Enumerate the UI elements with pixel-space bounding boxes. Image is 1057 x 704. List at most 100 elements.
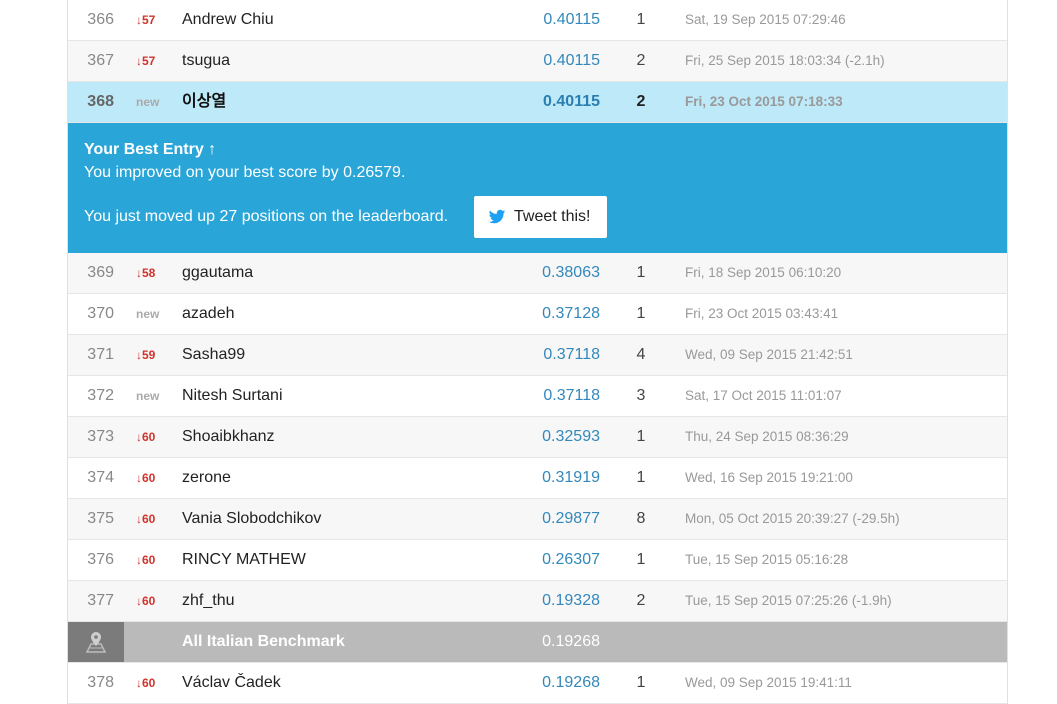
- benchmark-name: All Italian Benchmark: [182, 633, 345, 650]
- rank-change: ↓57: [136, 54, 156, 68]
- score: 0.37128: [542, 305, 600, 322]
- rank-change: ↓60: [136, 553, 156, 567]
- leaderboard-row[interactable]: 376 ↓60 RINCY MATHEW 0.26307 1 Tue, 15 S…: [68, 540, 1007, 581]
- score: 0.38063: [542, 264, 600, 281]
- team-name[interactable]: zerone: [182, 458, 231, 498]
- rank-change: ↓59: [136, 348, 156, 362]
- team-name[interactable]: Nitesh Surtani: [182, 376, 283, 416]
- team-name[interactable]: zhf_thu: [182, 581, 234, 621]
- team-name[interactable]: azadeh: [182, 294, 235, 334]
- leaderboard-row[interactable]: 366 ↓57 Andrew Chiu 0.40115 1 Sat, 19 Se…: [68, 0, 1007, 41]
- leaderboard-row[interactable]: 372 new Nitesh Surtani 0.37118 3 Sat, 17…: [68, 376, 1007, 417]
- leaderboard-row[interactable]: 370 new azadeh 0.37128 1 Fri, 23 Oct 201…: [68, 294, 1007, 335]
- improvement-message: You improved on your best score by 0.265…: [84, 164, 406, 181]
- last-submission: Tue, 15 Sep 2015 05:16:28: [685, 552, 849, 567]
- last-submission: Tue, 15 Sep 2015 07:25:26 (-1.9h): [685, 593, 892, 608]
- my-entry-row[interactable]: 368 new 이상열 0.40115 2 Fri, 23 Oct 2015 0…: [68, 82, 1007, 123]
- last-submission: Fri, 18 Sep 2015 06:10:20: [685, 265, 842, 280]
- leaderboard-row[interactable]: 371 ↓59 Sasha99 0.37118 4 Wed, 09 Sep 20…: [68, 335, 1007, 376]
- rank: 376: [87, 551, 114, 568]
- entries: 1: [636, 469, 646, 486]
- entries: 8: [636, 510, 646, 527]
- rank-change: new: [136, 307, 160, 321]
- rank: 373: [87, 428, 114, 445]
- score: 0.37118: [543, 387, 600, 404]
- rank-change: ↓60: [136, 594, 156, 608]
- last-submission: Wed, 09 Sep 2015 21:42:51: [685, 347, 853, 362]
- entries: 2: [636, 52, 646, 69]
- rank-change: ↓60: [136, 430, 156, 444]
- rank: 374: [87, 469, 114, 486]
- entries: 1: [636, 305, 646, 322]
- last-submission: Wed, 16 Sep 2015 19:21:00: [685, 470, 853, 485]
- rank: 378: [87, 674, 114, 691]
- benchmark-score: 0.19268: [542, 633, 600, 650]
- rank-change: ↓58: [136, 266, 156, 280]
- entries: 2: [636, 592, 646, 609]
- rank: 366: [87, 11, 114, 28]
- benchmark-row: All Italian Benchmark 0.19268: [68, 622, 1007, 663]
- team-name[interactable]: RINCY MATHEW: [182, 540, 306, 580]
- rank: 371: [87, 346, 114, 363]
- last-submission: Fri, 23 Oct 2015 07:18:33: [685, 94, 843, 109]
- last-submission: Thu, 24 Sep 2015 08:36:29: [685, 429, 849, 444]
- rank: 370: [87, 305, 114, 322]
- last-submission: Fri, 25 Sep 2015 18:03:34 (-2.1h): [685, 53, 885, 68]
- score: 0.32593: [542, 428, 600, 445]
- last-submission: Mon, 05 Oct 2015 20:39:27 (-29.5h): [685, 511, 900, 526]
- score: 0.40115: [543, 93, 600, 110]
- score: 0.26307: [542, 551, 600, 568]
- leaderboard-row[interactable]: 367 ↓57 tsugua 0.40115 2 Fri, 25 Sep 201…: [68, 41, 1007, 82]
- entries: 4: [636, 346, 646, 363]
- best-entry-title: Your Best Entry ↑: [84, 141, 217, 158]
- rank-change: ↓57: [136, 13, 156, 27]
- team-name[interactable]: Shoaibkhanz: [182, 417, 275, 457]
- team-name[interactable]: Sasha99: [182, 335, 245, 375]
- team-name[interactable]: ggautama: [182, 253, 253, 293]
- tweet-button[interactable]: Tweet this!: [474, 196, 607, 238]
- score: 0.31919: [542, 469, 600, 486]
- entries: 1: [636, 674, 646, 691]
- rank: 369: [87, 264, 114, 281]
- rank: 377: [87, 592, 114, 609]
- rank: 372: [87, 387, 114, 404]
- leaderboard-row[interactable]: 369 ↓58 ggautama 0.38063 1 Fri, 18 Sep 2…: [68, 253, 1007, 294]
- leaderboard-row[interactable]: 375 ↓60 Vania Slobodchikov 0.29877 8 Mon…: [68, 499, 1007, 540]
- twitter-icon: [488, 209, 506, 224]
- entries: 1: [636, 11, 646, 28]
- score: 0.19268: [542, 674, 600, 691]
- score: 0.29877: [542, 510, 600, 527]
- leaderboard-row[interactable]: 373 ↓60 Shoaibkhanz 0.32593 1 Thu, 24 Se…: [68, 417, 1007, 458]
- team-name[interactable]: tsugua: [182, 41, 230, 81]
- rank-change: new: [136, 389, 160, 403]
- entries: 1: [636, 264, 646, 281]
- team-name[interactable]: Václav Čadek: [182, 663, 281, 703]
- tweet-button-label: Tweet this!: [514, 208, 591, 225]
- entries: 1: [636, 428, 646, 445]
- leaderboard-row[interactable]: 377 ↓60 zhf_thu 0.19328 2 Tue, 15 Sep 20…: [68, 581, 1007, 622]
- rank-change: new: [136, 95, 160, 109]
- team-name[interactable]: Vania Slobodchikov: [182, 499, 321, 539]
- last-submission: Fri, 23 Oct 2015 03:43:41: [685, 306, 839, 321]
- score: 0.40115: [543, 52, 600, 69]
- last-submission: Sat, 17 Oct 2015 11:01:07: [685, 388, 842, 403]
- score: 0.37118: [543, 346, 600, 363]
- leaderboard-row[interactable]: 374 ↓60 zerone 0.31919 1 Wed, 16 Sep 201…: [68, 458, 1007, 499]
- leaderboard: 366 ↓57 Andrew Chiu 0.40115 1 Sat, 19 Se…: [67, 0, 1008, 704]
- rank-change: ↓60: [136, 471, 156, 485]
- entries: 2: [636, 93, 646, 110]
- benchmark-icon-cell: [68, 622, 124, 662]
- team-name[interactable]: Andrew Chiu: [182, 0, 274, 40]
- position-message: You just moved up 27 positions on the le…: [84, 208, 449, 225]
- best-entry-banner: Your Best Entry ↑ You improved on your b…: [68, 123, 1007, 253]
- last-submission: Sat, 19 Sep 2015 07:29:46: [685, 12, 846, 27]
- rank: 367: [87, 52, 114, 69]
- rank-change: ↓60: [136, 512, 156, 526]
- leaderboard-row[interactable]: 378 ↓60 Václav Čadek 0.19268 1 Wed, 09 S…: [68, 663, 1007, 704]
- entries: 1: [636, 551, 646, 568]
- score: 0.19328: [542, 592, 600, 609]
- rank: 368: [87, 93, 114, 110]
- team-name[interactable]: 이상열: [182, 82, 226, 122]
- entries: 3: [636, 387, 646, 404]
- rank: 375: [87, 510, 114, 527]
